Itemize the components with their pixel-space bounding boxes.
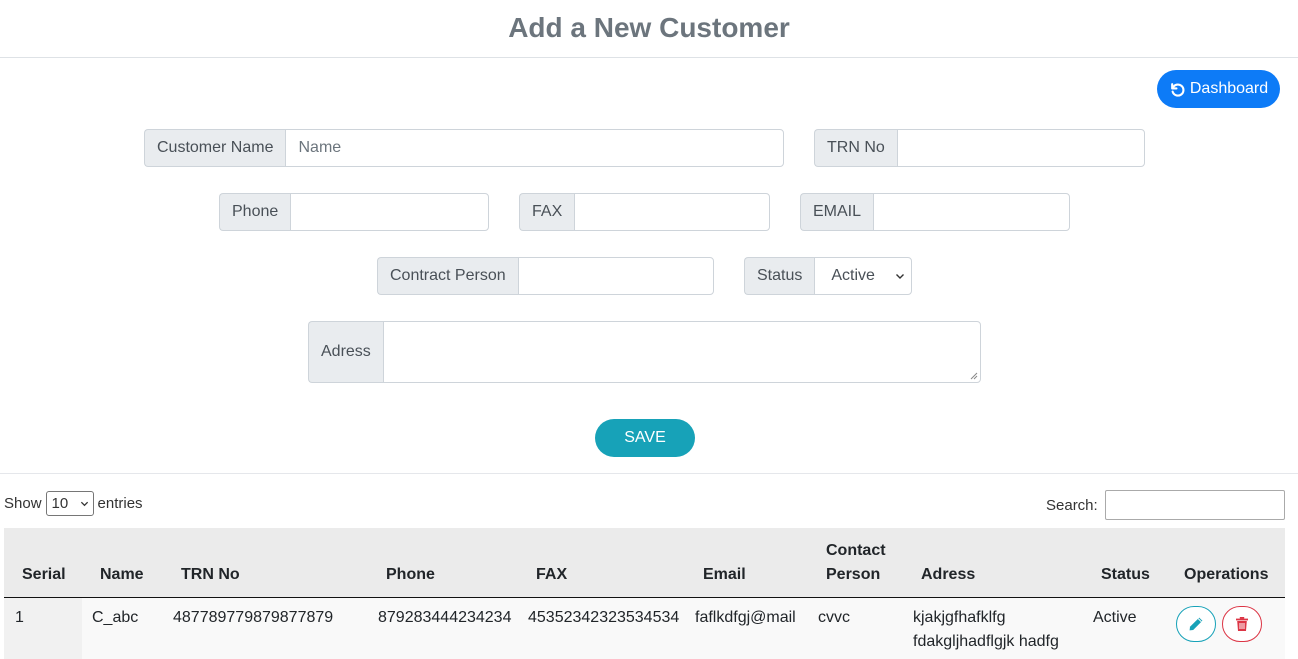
status-label: Status <box>744 257 815 295</box>
customer-name-group: Customer Name Name <box>144 129 784 167</box>
cell-phone: 879283444234234 <box>378 609 512 626</box>
resize-handle-icon[interactable] <box>969 371 978 380</box>
phone-input[interactable] <box>290 193 489 231</box>
chevron-down-icon <box>896 274 904 279</box>
fax-group: FAX <box>519 193 770 231</box>
customer-name-input[interactable]: Name <box>285 129 784 167</box>
header-name[interactable]: Name <box>100 563 144 587</box>
undo-icon <box>1170 82 1185 97</box>
status-selected-value: Active <box>831 267 875 284</box>
entries-per-page-select[interactable]: 10 <box>45 490 94 516</box>
header-contact-person-line1[interactable]: Contact <box>826 539 886 563</box>
entries-label: entries <box>97 494 143 512</box>
cell-adress-line2: fdakgljhadflgjk hadfg <box>913 633 1059 650</box>
customer-name-label: Customer Name <box>144 129 286 167</box>
adress-label: Adress <box>308 321 383 383</box>
dashboard-button[interactable]: Dashboard <box>1157 70 1280 108</box>
show-label: Show <box>4 494 42 512</box>
chevron-down-icon <box>80 501 88 506</box>
contract-person-input[interactable] <box>517 257 714 295</box>
header-status[interactable]: Status <box>1101 563 1150 587</box>
cell-name: C_abc <box>92 609 139 626</box>
fax-input[interactable] <box>574 193 770 231</box>
email-input[interactable] <box>873 193 1070 231</box>
cell-fax: 45352342323534534 <box>528 609 680 626</box>
header-fax[interactable]: FAX <box>536 563 567 587</box>
email-label: EMAIL <box>800 193 874 231</box>
header-adress[interactable]: Adress <box>921 563 975 587</box>
table-search-control: Search: <box>1046 490 1285 520</box>
adress-textarea[interactable] <box>382 321 981 383</box>
cell-status: Active <box>1093 609 1137 626</box>
table-header: Serial Name TRN No Phone FAX Email Conta… <box>4 528 1285 598</box>
cell-contact-person: cvvc <box>818 609 850 626</box>
page-title: Add a New Customer <box>0 0 1298 58</box>
header-operations[interactable]: Operations <box>1184 563 1268 587</box>
status-group: Status Active <box>744 257 912 295</box>
dashboard-button-label: Dashboard <box>1189 80 1269 97</box>
header-phone[interactable]: Phone <box>386 563 435 587</box>
cell-email: faflkdfgj@mail <box>695 609 796 626</box>
entries-per-page-value: 10 <box>51 494 69 512</box>
phone-group: Phone <box>219 193 489 231</box>
edit-button[interactable] <box>1176 606 1216 642</box>
delete-button[interactable] <box>1222 606 1262 642</box>
search-label: Search: <box>1046 496 1098 514</box>
header-contact-person-line2[interactable]: Person <box>826 563 880 587</box>
trn-no-group: TRN No <box>814 129 1145 167</box>
cell-serial: 1 <box>15 609 24 626</box>
cell-adress-line1: kjakjgfhafklfg <box>913 609 1006 626</box>
adress-group: Adress <box>308 321 981 383</box>
contract-person-label: Contract Person <box>377 257 518 295</box>
pencil-icon <box>1189 617 1203 631</box>
save-button[interactable]: SAVE <box>595 419 695 457</box>
trash-icon <box>1236 617 1248 631</box>
status-select[interactable]: Active <box>814 257 912 295</box>
cell-trn-no: 487789779879877879 <box>173 609 334 626</box>
contract-person-group: Contract Person <box>377 257 714 295</box>
section-divider <box>0 473 1298 474</box>
search-input[interactable] <box>1104 490 1285 520</box>
email-group: EMAIL <box>800 193 1070 231</box>
fax-label: FAX <box>519 193 575 231</box>
table-row: 1 C_abc 487789779879877879 8792834442342… <box>4 598 1285 659</box>
trn-no-input[interactable] <box>896 129 1145 167</box>
trn-no-label: TRN No <box>814 129 897 167</box>
header-trn-no[interactable]: TRN No <box>181 563 240 587</box>
show-entries-control: Show 10 entries <box>4 490 143 516</box>
header-email[interactable]: Email <box>703 563 746 587</box>
header-serial[interactable]: Serial <box>22 563 66 587</box>
phone-label: Phone <box>219 193 291 231</box>
